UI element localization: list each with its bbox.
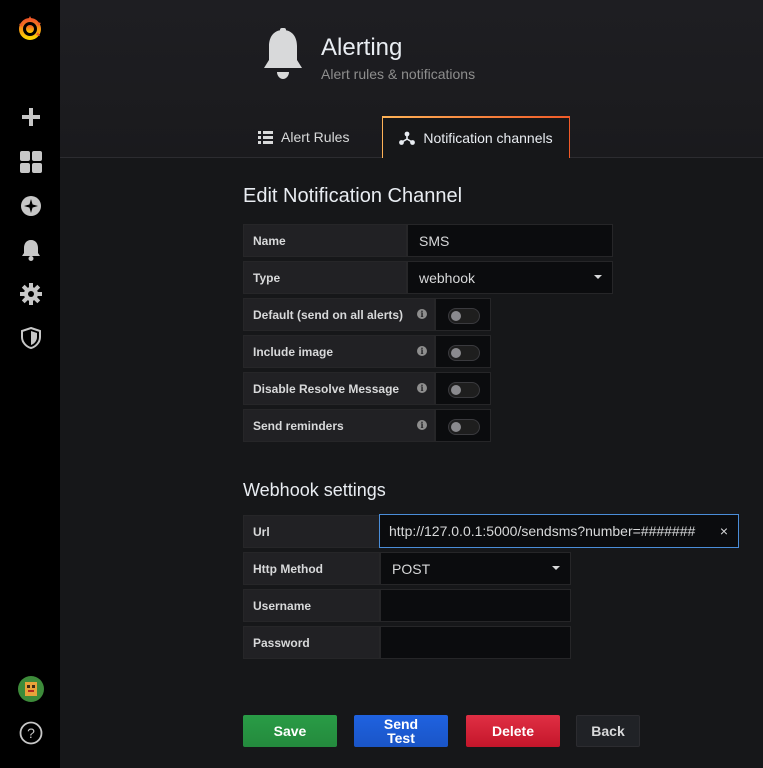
save-button[interactable]: Save — [243, 715, 337, 747]
url-label: Url — [243, 515, 380, 548]
page-title: Alerting — [321, 34, 403, 61]
switch-knob — [451, 422, 461, 432]
send-test-line-1: Send — [383, 716, 419, 732]
channels-icon — [399, 131, 416, 145]
default-label: Default (send on all alerts) — [243, 298, 435, 331]
include-image-label: Include image — [243, 335, 435, 368]
send-reminders-switch-box — [435, 409, 491, 442]
username-input[interactable] — [380, 589, 571, 622]
gear-icon[interactable] — [18, 281, 44, 307]
send-test-line-2: Test — [387, 730, 415, 746]
switch-knob — [451, 385, 461, 395]
plus-icon[interactable] — [18, 104, 44, 130]
disable-resolve-label-text: Disable Resolve Message — [253, 381, 400, 396]
help-icon[interactable]: ? — [18, 720, 44, 746]
dashboards-icon[interactable] — [18, 149, 44, 175]
type-select-value: webhook — [419, 269, 476, 286]
explore-compass-icon[interactable] — [18, 193, 44, 219]
tab-alert-rules[interactable]: Alert Rules — [258, 117, 349, 157]
send-reminders-label-text: Send reminders — [253, 418, 344, 433]
page-subtitle: Alert rules & notifications — [321, 66, 476, 82]
alerting-bell-icon — [262, 28, 304, 87]
list-icon — [258, 130, 273, 144]
alerting-bell-icon[interactable] — [18, 237, 44, 263]
sidebar: ? — [0, 0, 60, 768]
disable-resolve-switch[interactable] — [448, 382, 480, 398]
name-input[interactable]: SMS — [407, 224, 613, 257]
default-switch-box — [435, 298, 491, 331]
password-label: Password — [243, 626, 380, 659]
send-test-button[interactable]: Send Test — [354, 715, 448, 747]
grafana-logo[interactable] — [16, 15, 44, 43]
delete-button[interactable]: Delete — [466, 715, 560, 747]
include-image-switch-box — [435, 335, 491, 368]
name-label: Name — [243, 224, 407, 257]
form-title: Edit Notification Channel — [243, 185, 463, 207]
info-icon[interactable]: i — [417, 309, 427, 319]
send-reminders-switch[interactable] — [448, 419, 480, 435]
url-input-value: http://127.0.0.1:5000/sendsms?number=###… — [389, 523, 696, 539]
webhook-settings-title: Webhook settings — [243, 480, 386, 500]
switch-knob — [451, 311, 461, 321]
http-method-select[interactable]: POST — [380, 552, 571, 585]
password-input[interactable] — [380, 626, 571, 659]
url-input[interactable]: http://127.0.0.1:5000/sendsms?number=###… — [379, 514, 739, 548]
tab-notification-channels[interactable]: Notification channels — [382, 116, 570, 160]
username-label: Username — [243, 589, 380, 622]
svg-text:?: ? — [27, 725, 35, 741]
shield-icon[interactable] — [18, 325, 44, 351]
type-label: Type — [243, 261, 407, 294]
user-avatar[interactable] — [18, 676, 44, 702]
back-button[interactable]: Back — [576, 715, 640, 747]
disable-resolve-label: Disable Resolve Message — [243, 372, 435, 405]
switch-knob — [451, 348, 461, 358]
type-select[interactable]: webhook — [407, 261, 613, 294]
http-method-label: Http Method — [243, 552, 380, 585]
clear-icon[interactable]: × — [720, 523, 728, 539]
send-reminders-label: Send reminders — [243, 409, 435, 442]
http-method-value: POST — [392, 560, 431, 577]
default-switch[interactable] — [448, 308, 480, 324]
info-icon[interactable]: i — [417, 420, 427, 430]
default-label-text: Default (send on all alerts) — [253, 307, 404, 322]
include-image-label-text: Include image — [253, 344, 334, 359]
info-icon[interactable]: i — [417, 346, 427, 356]
info-icon[interactable]: i — [417, 383, 427, 393]
caret-down-icon — [594, 275, 602, 279]
disable-resolve-switch-box — [435, 372, 491, 405]
tab-notification-channels-label: Notification channels — [423, 130, 553, 146]
caret-down-icon — [552, 566, 560, 570]
include-image-switch[interactable] — [448, 345, 480, 361]
tab-alert-rules-label: Alert Rules — [281, 129, 350, 145]
